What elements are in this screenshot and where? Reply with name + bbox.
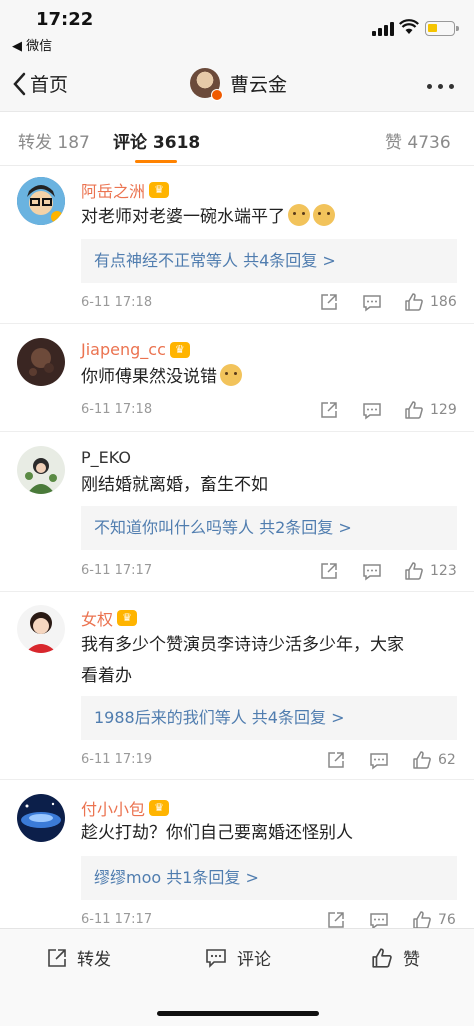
more-options-icon[interactable]	[427, 84, 454, 89]
doge-emoji-icon	[313, 204, 335, 226]
like-icon[interactable]	[404, 561, 424, 581]
list-item: Jiapeng_cc ♛ 你师傅果然没说错 6-11 17:18 129	[0, 324, 474, 432]
like-count: 76	[438, 912, 456, 928]
like-icon	[372, 947, 392, 968]
share-icon[interactable]	[320, 293, 338, 311]
avatar[interactable]	[17, 794, 65, 842]
back-to-app-link[interactable]: ◀ 微信	[12, 35, 52, 54]
replies-link[interactable]: 缪缪moo 共1条回复 >	[81, 856, 457, 900]
battery-icon	[425, 21, 459, 36]
list-item: 阿岳之洲 ♛ 对老师对老婆一碗水端平了 有点神经不正常等人 共4条回复 > 6-…	[0, 167, 474, 324]
home-indicator[interactable]	[157, 1011, 319, 1016]
nav-bar: 首页 曹云金	[0, 56, 474, 112]
chevron-left-icon	[13, 72, 26, 95]
commenter-name[interactable]: 付小小包 ♛	[81, 796, 170, 820]
comment-time: 6-11 17:17	[81, 912, 153, 927]
replies-link[interactable]: 有点神经不正常等人 共4条回复 >	[81, 239, 457, 283]
back-button[interactable]: 首页	[12, 70, 68, 97]
list-item: 女权 ♛ 我有多少个赞演员李诗诗少活多少年，大家 看着办 1988后来的我们等人…	[0, 592, 474, 780]
commenter-name[interactable]: P_EKO	[81, 448, 131, 467]
avatar[interactable]	[17, 605, 65, 653]
comment-label: 评论	[237, 950, 271, 970]
like-count: 123	[430, 563, 457, 579]
avatar[interactable]	[17, 446, 65, 494]
crown-badge-icon: ♛	[149, 800, 170, 816]
repost-button[interactable]: 转发	[47, 945, 111, 970]
avatar	[190, 68, 223, 101]
like-label: 赞	[403, 950, 420, 970]
status-bar: 17:22 ◀ 微信	[0, 0, 474, 56]
share-icon[interactable]	[320, 401, 338, 419]
share-icon	[48, 948, 66, 967]
signal-icon	[372, 22, 394, 36]
comment-button[interactable]: 评论	[205, 945, 271, 970]
comment-icon[interactable]	[362, 294, 382, 312]
avatar[interactable]	[17, 177, 65, 225]
like-icon[interactable]	[412, 910, 432, 930]
tab-like[interactable]: 赞 4736	[385, 128, 451, 153]
list-item: 付小小包 ♛ 趁火打劫？你们自己要离婚还怪别人 缪缪moo 共1条回复 > 6-…	[0, 780, 474, 930]
crown-badge-icon: ♛	[117, 610, 138, 626]
comment-icon	[206, 948, 226, 968]
doge-emoji-icon	[220, 364, 242, 386]
back-label: 首页	[30, 74, 69, 96]
page-title: 曹云金	[230, 73, 288, 96]
like-count: 129	[430, 402, 457, 418]
comment-icon[interactable]	[369, 752, 389, 770]
replies-link[interactable]: 不知道你叫什么吗等人 共2条回复 >	[81, 506, 457, 550]
comment-text: 你师傅果然没说错	[81, 362, 451, 393]
comment-time: 6-11 17:19	[81, 752, 153, 767]
like-button[interactable]: 赞	[371, 945, 420, 970]
crown-badge-icon: ♛	[169, 341, 190, 358]
comment-time: 6-11 17:18	[81, 295, 153, 310]
repost-label: 转发	[77, 950, 111, 970]
commenter-name[interactable]: Jiapeng_cc ♛	[81, 340, 190, 359]
like-icon[interactable]	[404, 292, 424, 312]
replies-link[interactable]: 1988后来的我们等人 共4条回复 >	[81, 696, 457, 740]
comment-text: 趁火打劫？你们自己要离婚还怪别人	[81, 823, 353, 843]
share-icon[interactable]	[327, 911, 345, 929]
active-tab-indicator	[135, 160, 177, 163]
comment-time: 6-11 17:17	[81, 563, 153, 578]
wifi-icon	[399, 19, 419, 34]
comment-text: 刚结婚就离婚，畜生不如	[81, 475, 268, 495]
like-count: 62	[438, 752, 456, 768]
comment-text: 对老师对老婆一碗水端平了	[81, 202, 451, 233]
like-icon[interactable]	[412, 750, 432, 770]
like-icon[interactable]	[404, 400, 424, 420]
like-count: 186	[430, 294, 457, 310]
share-icon[interactable]	[320, 562, 338, 580]
list-item: P_EKO 刚结婚就离婚，畜生不如 不知道你叫什么吗等人 共2条回复 > 6-1…	[0, 432, 474, 592]
crown-badge-icon: ♛	[149, 182, 170, 198]
commenter-name[interactable]: 阿岳之洲 ♛	[81, 178, 170, 202]
comment-text: 我有多少个赞演员李诗诗少活多少年，大家 看着办	[81, 635, 404, 686]
comment-icon[interactable]	[362, 563, 382, 581]
tab-bar: 转发 187 评论 3618 赞 4736	[0, 112, 474, 166]
status-time: 17:22	[36, 9, 94, 30]
tab-comment[interactable]: 评论 3618	[113, 128, 200, 153]
profile-title[interactable]: 曹云金	[190, 68, 288, 101]
comment-icon[interactable]	[362, 402, 382, 420]
tab-repost[interactable]: 转发 187	[18, 128, 90, 153]
commenter-name[interactable]: 女权 ♛	[81, 606, 138, 630]
share-icon[interactable]	[327, 751, 345, 769]
comment-time: 6-11 17:18	[81, 402, 153, 417]
doge-emoji-icon	[288, 204, 310, 226]
verified-badge-icon	[211, 89, 223, 101]
avatar[interactable]	[17, 338, 65, 386]
